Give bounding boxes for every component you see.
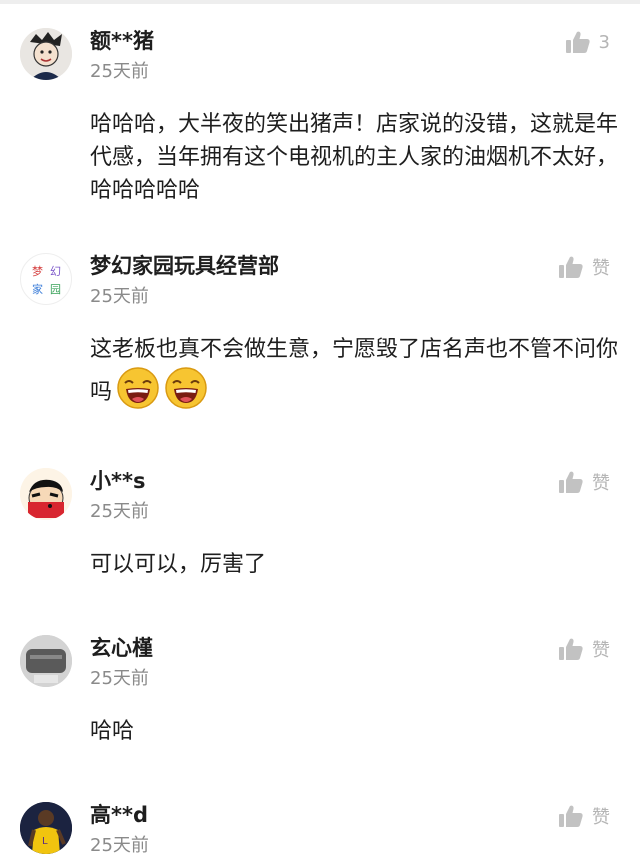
thumbs-up-icon	[559, 471, 583, 493]
thumbs-up-icon	[565, 31, 590, 53]
like-button[interactable]: 赞	[558, 635, 610, 663]
thumbs-up-icon	[559, 638, 583, 660]
laughing-emoji-icon	[116, 366, 160, 420]
like-button[interactable]: 3	[565, 28, 610, 56]
thumbs-up-icon	[559, 805, 583, 827]
like-button[interactable]: 赞	[558, 468, 610, 496]
like-label: 赞	[592, 473, 610, 494]
comment-text: 哈哈	[90, 719, 135, 744]
svg-text:L: L	[42, 836, 48, 847]
username[interactable]: 小**s	[90, 468, 145, 494]
thumbs-up-icon	[559, 256, 583, 278]
username[interactable]: 额**猪	[90, 28, 154, 54]
avatar-logo-char: 家	[32, 282, 43, 296]
comment-time: 25天前	[90, 501, 149, 522]
avatar-logo-char: 梦	[32, 265, 43, 278]
shop-logo-avatar[interactable]: 梦 幻 家 园	[20, 253, 72, 305]
photo-avatar[interactable]	[20, 635, 72, 687]
like-count: 3	[598, 31, 610, 53]
like-button[interactable]: 赞	[558, 253, 610, 281]
username[interactable]: 梦幻家园玩具经营部	[90, 253, 279, 279]
username[interactable]: 高**d	[90, 802, 148, 828]
crayon-shinchan-avatar[interactable]	[20, 468, 72, 520]
comment-time: 25天前	[90, 835, 149, 856]
avatar-logo-char: 幻	[50, 265, 61, 278]
cartoon-person-avatar[interactable]	[20, 28, 72, 80]
like-label: 赞	[592, 640, 610, 661]
basketball-player-avatar[interactable]: L	[20, 802, 72, 854]
comment-text: 这老板也真不会做生意，宁愿毁了店名声也不管不问你吗	[90, 333, 620, 420]
comment-text: 哈哈哈，大半夜的笑出猪声！店家说的没错，这就是年代感，当年拥有这个电视机的主人家…	[90, 112, 619, 203]
comment-time: 25天前	[90, 286, 149, 307]
like-button[interactable]: 赞	[558, 802, 610, 830]
username[interactable]: 玄心槿	[90, 635, 153, 661]
top-divider	[0, 0, 640, 4]
like-label: 赞	[592, 807, 610, 828]
laughing-emoji-icon	[164, 366, 208, 420]
like-label: 赞	[592, 258, 610, 279]
comment-time: 25天前	[90, 61, 149, 82]
avatar-logo-char: 园	[50, 283, 61, 296]
comment-time: 25天前	[90, 668, 149, 689]
comment-text: 可以可以，厉害了	[90, 552, 267, 577]
